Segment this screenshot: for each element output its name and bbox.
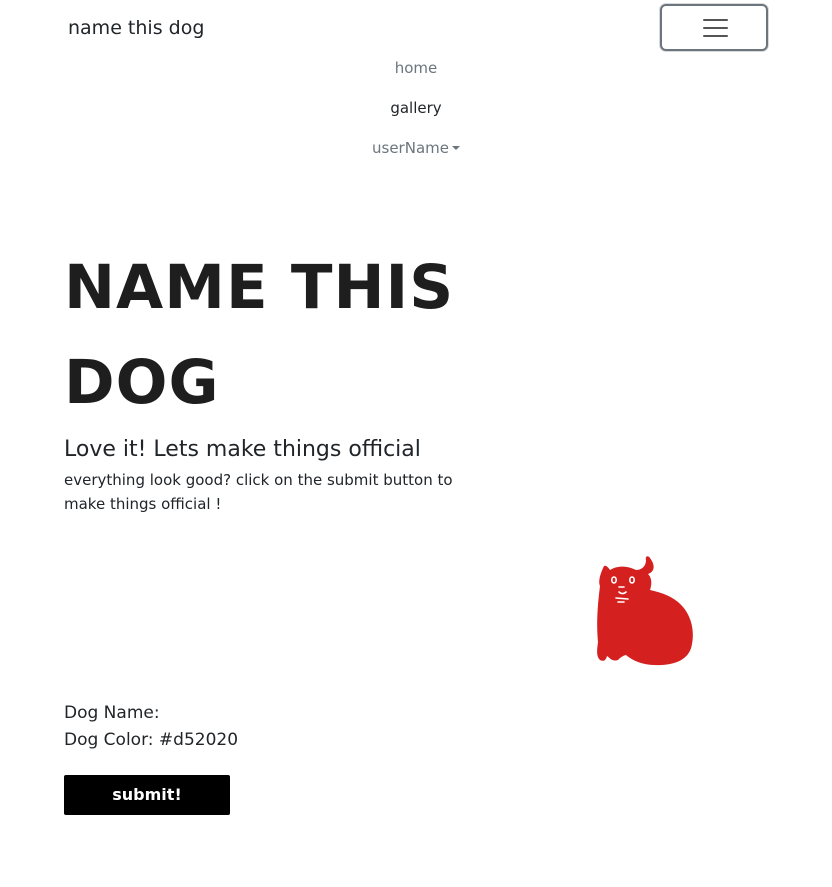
dog-color-label: Dog Color: (64, 730, 154, 750)
title-line-1: NAME THIS (64, 252, 455, 323)
title-line-2: DOG (64, 347, 220, 418)
dog-color-row: Dog Color: #d52020 (64, 727, 238, 754)
page-title: NAME THIS DOG (64, 240, 504, 430)
nav-dropdown-label: userName (372, 139, 449, 157)
nav-dropdown-username[interactable]: userName (0, 132, 832, 172)
dog-name-row: Dog Name: (64, 700, 238, 727)
caret-down-icon (451, 146, 460, 150)
description: everything look good? click on the submi… (64, 471, 453, 513)
dog-illustration (597, 556, 693, 666)
dog-details: Dog Name: Dog Color: #d52020 (64, 700, 238, 754)
nav-link-gallery[interactable]: gallery (0, 92, 832, 132)
subtitle: Love it! Lets make things official (64, 437, 421, 462)
navbar: name this dog (0, 0, 832, 56)
dog-name-label: Dog Name: (64, 703, 160, 723)
nav-link-home[interactable]: home (0, 52, 832, 92)
submit-button[interactable]: submit! (64, 775, 230, 815)
brand-link[interactable]: name this dog (68, 14, 204, 42)
nav-links: home gallery userName (0, 52, 832, 172)
dog-color-value: #d52020 (158, 730, 239, 750)
navbar-toggler-button[interactable] (660, 4, 768, 51)
